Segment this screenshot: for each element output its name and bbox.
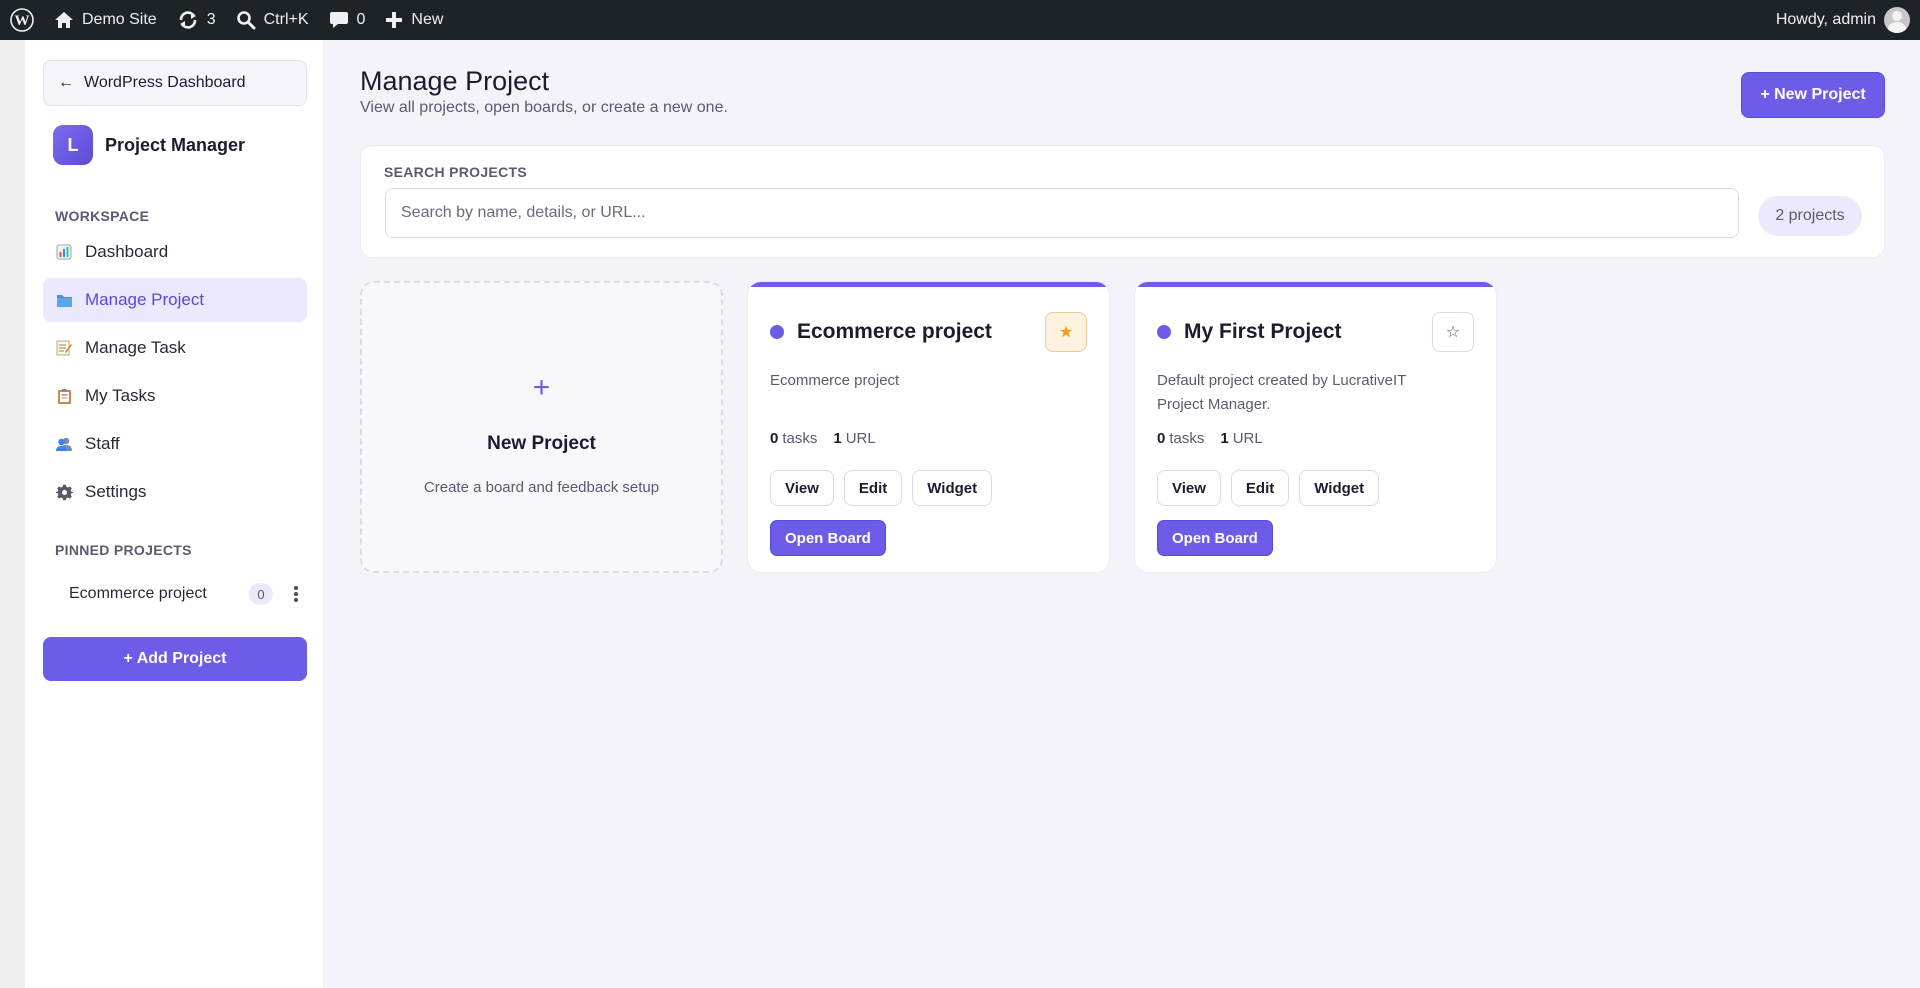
sidebar-item-label: Staff: [85, 434, 120, 453]
view-button[interactable]: View: [1157, 470, 1221, 506]
workspace-title: WORKSPACE: [55, 208, 150, 224]
new-content-link[interactable]: New: [375, 0, 453, 40]
view-button[interactable]: View: [770, 470, 834, 506]
comments-link[interactable]: 0: [319, 0, 376, 40]
url-count: 1: [1220, 430, 1229, 447]
project-actions: View Edit Widget: [770, 470, 1002, 506]
brand-logo: L: [53, 125, 93, 165]
sidebar-item-settings[interactable]: Settings: [43, 470, 307, 514]
project-name: Ecommerce project: [797, 320, 992, 343]
wordpress-dashboard-button[interactable]: ← WordPress Dashboard: [43, 60, 307, 106]
pinned-projects-title: PINNED PROJECTS: [55, 542, 192, 558]
refresh-icon: [179, 11, 197, 29]
edit-button[interactable]: Edit: [1230, 470, 1290, 506]
search-shortcut-link[interactable]: Ctrl+K: [226, 0, 319, 40]
sidebar-item-label: Dashboard: [85, 242, 169, 261]
url-count: 1: [833, 430, 842, 447]
sidebar: ← WordPress Dashboard L Project Manager …: [25, 40, 324, 988]
task-count-label: tasks: [782, 430, 818, 447]
home-icon: [55, 12, 73, 28]
project-description: Ecommerce project: [770, 372, 900, 389]
page-title: Manage Project: [360, 66, 550, 96]
widget-button[interactable]: Widget: [1299, 470, 1380, 506]
account-menu[interactable]: Howdy, admin: [1776, 7, 1920, 33]
project-count-badge: 2 projects: [1758, 196, 1862, 236]
svg-text:W: W: [15, 13, 30, 29]
open-board-button[interactable]: Open Board: [770, 520, 886, 556]
updates-link[interactable]: 3: [167, 0, 226, 40]
sidebar-item-staff[interactable]: Staff: [43, 422, 307, 466]
url-count-label: URL: [845, 430, 876, 447]
kebab-menu-icon[interactable]: [289, 584, 303, 604]
sidebar-item-label: Manage Task: [85, 338, 186, 357]
pinned-project-name: Ecommerce project: [69, 585, 207, 602]
project-description: Default project created by LucrativeIT P…: [1157, 372, 1407, 413]
site-name: Demo Site: [82, 11, 157, 28]
widget-button[interactable]: Widget: [912, 470, 993, 506]
task-count: 0: [770, 430, 779, 447]
sidebar-item-dashboard[interactable]: Dashboard: [43, 230, 307, 274]
people-icon: [55, 435, 73, 453]
sidebar-item-label: Manage Project: [85, 290, 205, 309]
project-actions: View Edit Widget: [1157, 470, 1389, 506]
arrow-left-icon: ←: [58, 74, 74, 91]
new-project-card-subtitle: Create a board and feedback setup: [423, 479, 660, 496]
new-label: New: [411, 11, 444, 28]
new-project-button[interactable]: + New Project: [1741, 72, 1885, 118]
new-project-card-title: New Project: [487, 433, 596, 454]
search-shortcut: Ctrl+K: [263, 11, 309, 28]
gear-icon: [55, 483, 73, 501]
project-name: My First Project: [1184, 320, 1342, 343]
comment-icon: [329, 12, 348, 28]
sidebar-item-label: Settings: [85, 482, 147, 501]
folder-icon: [55, 291, 73, 309]
brand-name: Project Manager: [105, 134, 246, 155]
plus-icon: +: [532, 371, 551, 404]
project-card-header: Ecommerce project ★: [770, 312, 1087, 352]
project-card: My First Project ☆ Default project creat…: [1134, 281, 1497, 573]
task-count-label: tasks: [1169, 430, 1205, 447]
sidebar-item-label: My Tasks: [85, 386, 156, 405]
memo-icon: [55, 339, 73, 357]
page-subtitle: View all projects, open boards, or creat…: [360, 99, 728, 116]
project-card: Ecommerce project ★ Ecommerce project 0 …: [747, 281, 1110, 573]
sidebar-item-manage-project[interactable]: Manage Project: [43, 278, 307, 322]
url-count-label: URL: [1232, 430, 1263, 447]
site-name-link[interactable]: Demo Site: [44, 0, 167, 40]
star-icon[interactable]: ★: [1045, 312, 1087, 352]
back-label: WordPress Dashboard: [84, 74, 246, 91]
card-accent-bar: [748, 282, 1109, 287]
brand: L Project Manager: [53, 125, 245, 165]
status-dot-icon: [1157, 325, 1171, 339]
add-project-button[interactable]: + Add Project: [43, 637, 307, 681]
project-card-header: My First Project ☆: [1157, 312, 1474, 352]
search-icon: [236, 11, 256, 30]
search-card: SEARCH PROJECTS 2 projects: [360, 145, 1885, 258]
new-project-card[interactable]: + New Project Create a board and feedbac…: [360, 281, 723, 573]
wp-admin-menu-strip: [0, 40, 25, 988]
pinned-project-item[interactable]: Ecommerce project 0: [43, 574, 307, 614]
admin-bar: W Demo Site 3 Ctrl+K 0 New Howdy, admin: [0, 0, 1920, 40]
card-accent-bar: [1135, 282, 1496, 287]
avatar: [1884, 7, 1910, 33]
wordpress-logo-icon[interactable]: W: [0, 0, 44, 40]
project-stats: 0 tasks 1 URL: [1157, 430, 1263, 447]
howdy-text: Howdy, admin: [1775, 11, 1876, 28]
comments-count: 0: [356, 11, 366, 28]
bar-chart-icon: [55, 243, 73, 261]
pinned-project-count: 0: [249, 583, 273, 605]
edit-button[interactable]: Edit: [843, 470, 903, 506]
updates-count: 3: [206, 11, 216, 28]
status-dot-icon: [770, 325, 784, 339]
star-outline-icon[interactable]: ☆: [1432, 312, 1474, 352]
task-count: 0: [1157, 430, 1166, 447]
open-board-button[interactable]: Open Board: [1157, 520, 1273, 556]
search-label: SEARCH PROJECTS: [384, 164, 527, 180]
plus-icon: [386, 12, 403, 28]
sidebar-item-manage-task[interactable]: Manage Task: [43, 326, 307, 370]
project-stats: 0 tasks 1 URL: [770, 430, 876, 447]
clipboard-icon: [55, 387, 73, 405]
search-input[interactable]: [385, 188, 1739, 238]
sidebar-item-my-tasks[interactable]: My Tasks: [43, 374, 307, 418]
